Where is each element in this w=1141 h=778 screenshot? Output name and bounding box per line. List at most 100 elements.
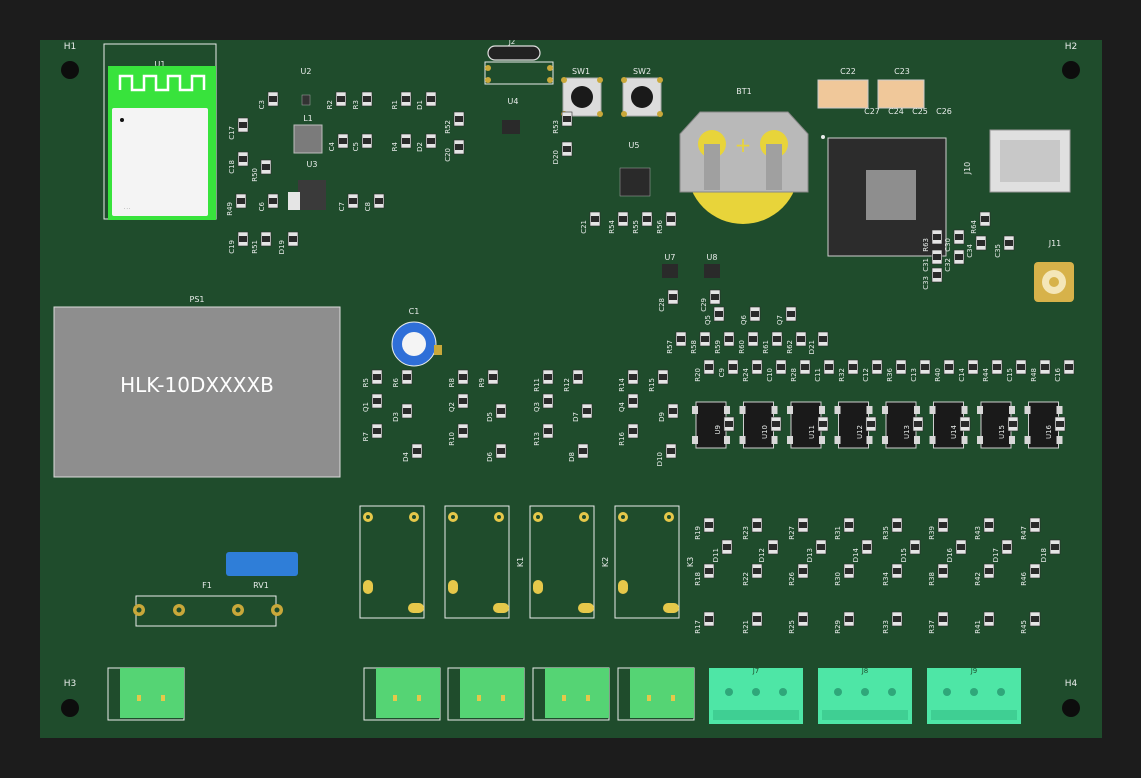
label-u11: U11	[808, 425, 816, 439]
svg-text:· · ·: · · ·	[124, 206, 130, 211]
label-c22: C22	[840, 67, 856, 76]
label-r12: R12	[563, 378, 571, 392]
label-r23: R23	[742, 526, 750, 540]
label-c17: C17	[228, 126, 236, 140]
label-u9: U9	[714, 425, 722, 435]
ps1-marking: HLK-10DXXXXB	[120, 373, 274, 397]
label-d7: D7	[572, 412, 580, 422]
label-d10: D10	[656, 452, 664, 466]
label-r46: R46	[1020, 571, 1028, 585]
label-h1: H1	[64, 42, 77, 52]
label-r48: R48	[1030, 368, 1038, 382]
label-c33: C33	[922, 276, 930, 290]
label-r25: R25	[788, 620, 796, 634]
label-r32: R32	[838, 368, 846, 382]
label-r55: R55	[632, 220, 640, 234]
label-c31: C31	[922, 258, 930, 272]
label-r49: R49	[226, 202, 234, 216]
label-q6: Q6	[740, 314, 748, 325]
terminal-block-3pin-j9: J9	[927, 667, 1021, 724]
label-d13: D13	[806, 548, 814, 562]
label-r26: R26	[788, 571, 796, 585]
label-j9: J9	[970, 667, 978, 675]
label-r36: R36	[886, 367, 894, 381]
label-r54: R54	[608, 219, 616, 233]
label-r43: R43	[974, 526, 982, 540]
label-c8: C8	[364, 202, 372, 211]
label-c19: C19	[228, 240, 236, 254]
label-u16: U16	[1045, 424, 1053, 439]
plus-icon: +	[735, 133, 752, 157]
label-sw1: SW1	[572, 67, 590, 76]
label-r44: R44	[982, 367, 990, 381]
label-r16: R16	[618, 431, 626, 445]
inductor-l1	[293, 124, 323, 154]
label-r39: R39	[928, 526, 936, 540]
label-r51: R51	[251, 240, 259, 254]
label-d3: D3	[392, 412, 400, 422]
label-r30: R30	[834, 572, 842, 586]
label-c28: C28	[658, 298, 666, 312]
label-r28: R28	[790, 368, 798, 382]
label-u12: U12	[856, 425, 864, 439]
label-c25: C25	[912, 107, 928, 116]
label-r14: R14	[618, 377, 626, 391]
label-r13: R13	[533, 432, 541, 446]
terminal-block-3pin-j7: J7	[709, 667, 803, 724]
label-r33: R33	[882, 620, 890, 634]
label-r2: R2	[326, 100, 334, 109]
label-u2: U2	[301, 67, 312, 76]
label-c34: C34	[966, 243, 974, 257]
label-r10: R10	[448, 432, 456, 446]
label-u8: U8	[707, 253, 718, 262]
label-c29: C29	[700, 298, 708, 312]
label-u5: U5	[629, 141, 640, 150]
label-c15: C15	[1006, 368, 1014, 382]
label-r21: R21	[742, 620, 750, 634]
label-r4: R4	[391, 141, 399, 151]
label-r37: R37	[928, 620, 936, 634]
label-l1: L1	[303, 114, 313, 123]
label-r45: R45	[1020, 620, 1028, 634]
label-c35: C35	[994, 244, 1002, 258]
label-d18: D18	[1040, 548, 1048, 562]
label-r56: R56	[656, 219, 664, 233]
label-r59: R59	[714, 340, 722, 354]
label-d9: D9	[658, 412, 666, 422]
ic-u2	[301, 94, 311, 106]
label-d12: D12	[758, 548, 766, 562]
label-d8: D8	[568, 452, 576, 462]
label-d1: D1	[416, 100, 424, 110]
label-d19: D19	[278, 240, 286, 254]
label-c7: C7	[338, 202, 346, 211]
label-r9: R9	[478, 378, 486, 387]
label-r22: R22	[742, 572, 750, 586]
label-r41: R41	[974, 620, 982, 634]
label-r34: R34	[882, 571, 890, 585]
label-d17: D17	[992, 548, 1000, 562]
label-c16: C16	[1054, 367, 1062, 381]
label-r3: R3	[352, 100, 360, 109]
wifi-module-u1: U1 · · ·	[103, 43, 217, 220]
label-r63: R63	[922, 238, 930, 252]
label-d20: D20	[552, 150, 560, 164]
label-r11: R11	[533, 378, 541, 392]
label-c21: C21	[580, 220, 588, 234]
label-j11: J11	[1048, 239, 1062, 248]
label-ps1: PS1	[190, 295, 205, 304]
label-c9: C9	[718, 368, 726, 377]
label-h4: H4	[1065, 679, 1078, 689]
label-u7: U7	[665, 253, 676, 262]
label-r24: R24	[742, 367, 750, 381]
label-r60: R60	[738, 340, 746, 354]
label-c32: C32	[944, 258, 952, 272]
label-c11: C11	[814, 368, 822, 382]
label-c12: C12	[862, 368, 870, 382]
label-c3: C3	[258, 100, 266, 109]
label-c20: C20	[444, 148, 452, 162]
label-q2: Q2	[448, 402, 456, 412]
label-h3: H3	[64, 679, 77, 689]
label-k2: K2	[601, 557, 610, 567]
label-r61: R61	[762, 340, 770, 354]
label-j8: J8	[861, 667, 869, 675]
